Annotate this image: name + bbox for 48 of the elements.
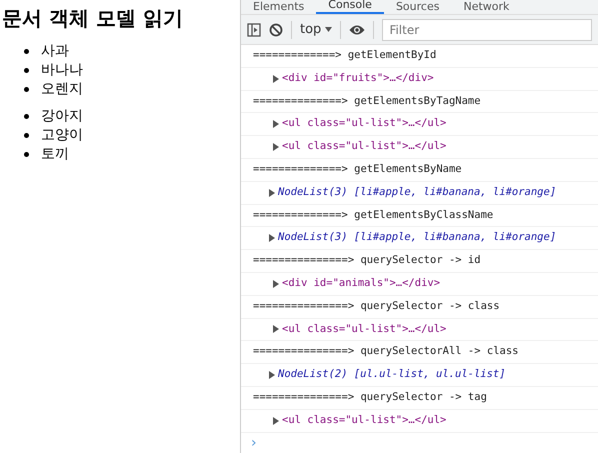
expand-triangle-icon[interactable] (273, 325, 279, 334)
bullet-icon (24, 133, 29, 138)
list-item-text: 강아지 (41, 107, 83, 126)
expand-triangle-icon[interactable] (273, 74, 279, 83)
context-dropdown[interactable]: top (300, 20, 332, 40)
expand-triangle-icon[interactable] (269, 371, 275, 380)
nodelist-output[interactable]: NodeList(3) [li#apple, li#banana, li#orange] (278, 230, 556, 246)
devtools-tab[interactable]: Network (451, 0, 522, 14)
element-reference[interactable]: <ul class="ul-list">…</ul> (282, 139, 446, 155)
expand-triangle-icon[interactable] (273, 143, 279, 152)
expand-triangle-icon[interactable] (273, 120, 279, 128)
console-log-text: ==============> getElementsByTagName (253, 94, 481, 109)
sidebar-icon[interactable] (247, 22, 261, 36)
expand-triangle-icon[interactable] (269, 188, 275, 197)
filter-field[interactable]: Filter (382, 18, 592, 40)
console-log-text: ==============> getElementsByName (253, 162, 462, 177)
expand-triangle-icon[interactable] (269, 234, 275, 242)
bullet-icon (24, 68, 29, 73)
list-item-text: 바나나 (41, 61, 83, 80)
bullet-icon (24, 49, 29, 54)
list-item-text: 사과 (41, 42, 69, 61)
element-reference[interactable]: <ul class="ul-list">…</ul> (282, 412, 446, 429)
list-item-text: 오렌지 (41, 80, 83, 99)
devtools-tab[interactable]: Elements (241, 0, 316, 14)
element-reference[interactable]: <ul class="ul-list">…</ul> (282, 322, 446, 338)
devtools-tab[interactable]: Sources (384, 0, 452, 14)
console-log-text: =============> getElementById (253, 48, 436, 64)
list-item-text: 토끼 (41, 145, 69, 164)
nodelist-output[interactable]: NodeList(3) [li#apple, li#banana, li#orange] (278, 184, 556, 201)
console-log-text: ===============> querySelector -> id (253, 253, 481, 268)
block-icon[interactable] (269, 22, 283, 36)
bullet-icon (24, 87, 29, 92)
console-log-text: ===============> querySelector -> class (253, 298, 500, 314)
expand-triangle-icon[interactable] (273, 280, 279, 288)
element-reference[interactable]: <div id="animals">…</div> (282, 276, 440, 292)
console-log-text: ==============> getElementsByClassName (253, 208, 494, 223)
nodelist-output[interactable]: NodeList(2) [ul.ul-list, ul.ul-list] (278, 367, 506, 383)
console-log-text: ===============> querySelector -> tag (253, 390, 487, 405)
console-log-text: ===============> querySelectorAll -> class (253, 344, 519, 360)
bullet-icon (24, 152, 29, 157)
expand-triangle-icon[interactable] (273, 416, 279, 425)
bullet-icon (24, 114, 29, 119)
eye-icon[interactable] (349, 24, 366, 36)
list-item-text: 고양이 (41, 126, 83, 145)
element-reference[interactable]: <div id="fruits">…</div> (282, 70, 434, 87)
element-reference[interactable]: <ul class="ul-list">…</ul> (282, 116, 446, 132)
page-heading: 문서 객체 모델 읽기 (2, 6, 184, 30)
caret-icon (325, 26, 332, 32)
